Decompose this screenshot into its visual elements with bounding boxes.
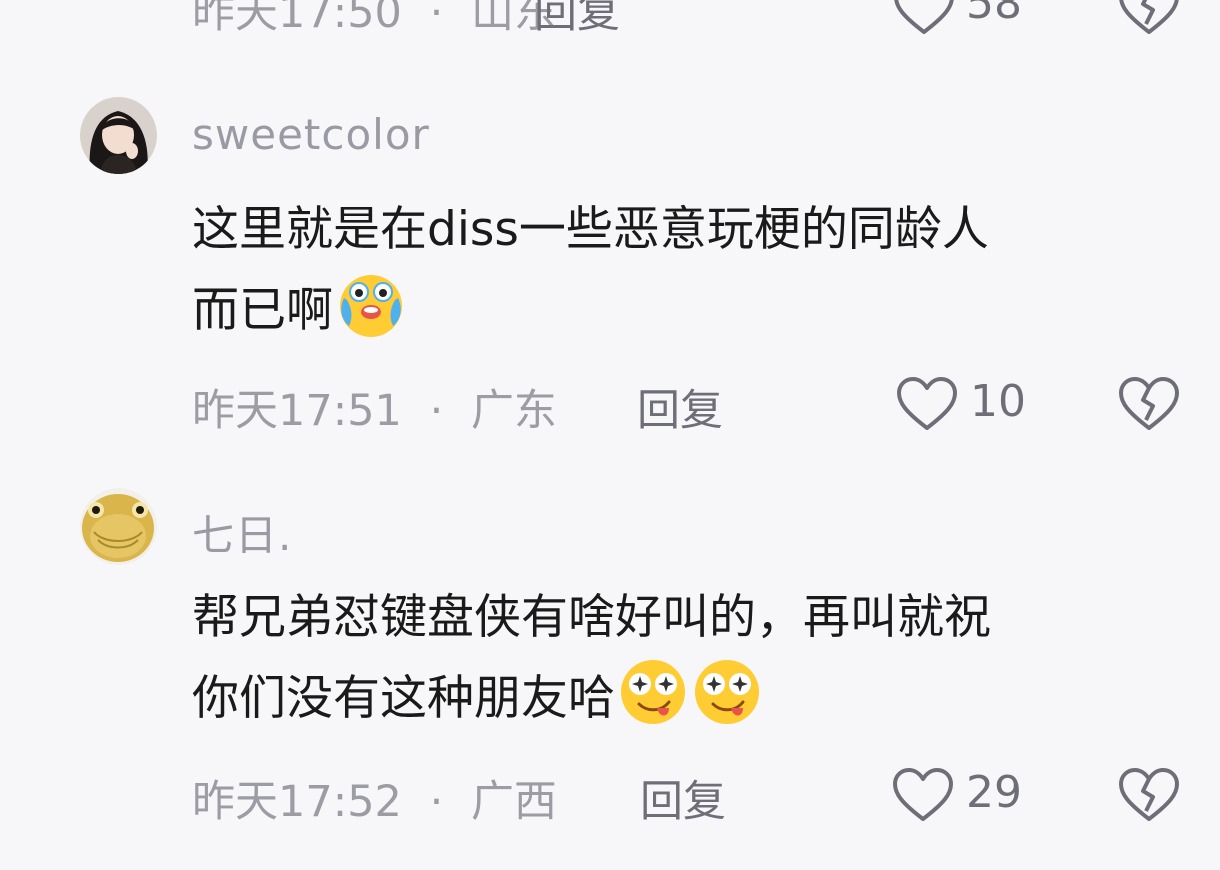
- comment-meta: 昨天17:52 · 广西: [192, 767, 557, 829]
- comment-time: 昨天17:52: [192, 777, 402, 827]
- comment-item: 七日. 帮兄弟怼键盘侠有啥好叫的，再叫就祝 你们没有这种朋友哈 昨天17:52: [0, 0, 1220, 870]
- avatar[interactable]: [80, 488, 157, 565]
- heart-icon[interactable]: [892, 767, 954, 823]
- comment-username[interactable]: 七日.: [192, 502, 292, 563]
- drooling-sparkle-emoji: [695, 660, 759, 724]
- reply-button[interactable]: 回复: [640, 767, 726, 829]
- comment-text: 帮兄弟怼键盘侠有啥好叫的，再叫就祝 你们没有这种朋友哈: [192, 580, 1202, 737]
- comment-location: 广西: [470, 777, 557, 827]
- comment-text-line: 帮兄弟怼键盘侠有啥好叫的，再叫就祝: [192, 590, 991, 645]
- broken-heart-icon[interactable]: [1118, 767, 1180, 823]
- comment-text-line: 你们没有这种朋友哈: [192, 656, 1202, 737]
- like-count: 29: [966, 767, 1022, 818]
- meta-separator: ·: [429, 777, 444, 827]
- drooling-sparkle-emoji: [621, 660, 685, 724]
